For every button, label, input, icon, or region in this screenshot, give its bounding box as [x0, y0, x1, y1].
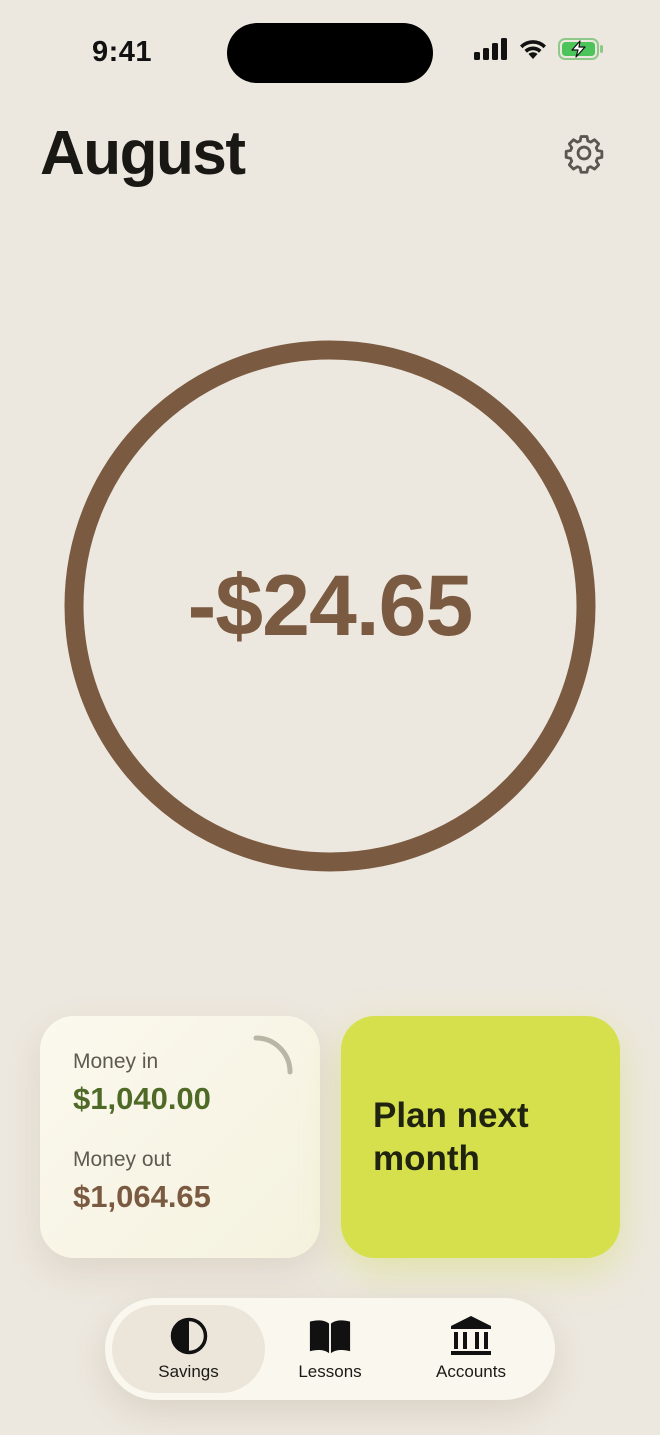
money-out-label: Money out — [73, 1148, 172, 1171]
page-title: August — [40, 119, 246, 188]
money-out-value: $1,064.65 — [73, 1179, 211, 1214]
open-book-icon — [308, 1316, 352, 1356]
tab-accounts-label: Accounts — [436, 1362, 506, 1381]
tab-lessons-label: Lessons — [298, 1362, 362, 1381]
money-summary-card[interactable]: Money in $1,040.00 Money out $1,064.65 — [40, 1016, 320, 1258]
bank-icon — [449, 1316, 493, 1356]
balance-amount: -$24.65 — [187, 557, 474, 654]
tab-bar: Savings Lessons Accounts — [105, 1298, 555, 1400]
tab-savings-label: Savings — [158, 1362, 219, 1381]
half-circle-icon — [167, 1316, 211, 1356]
gear-icon — [563, 132, 605, 179]
tab-accounts[interactable]: Accounts — [398, 1305, 544, 1393]
status-icons — [474, 38, 604, 65]
cellular-signal-icon — [474, 38, 508, 65]
status-bar: 9:41 — [0, 0, 660, 100]
progress-arc-icon — [253, 1035, 293, 1075]
battery-charging-icon — [558, 38, 604, 65]
plan-next-month-button[interactable]: Plan next month — [341, 1016, 620, 1258]
settings-button[interactable] — [560, 131, 608, 179]
dynamic-island — [227, 23, 433, 83]
status-time: 9:41 — [92, 36, 153, 68]
wifi-icon — [518, 38, 548, 65]
tab-lessons[interactable]: Lessons — [257, 1305, 403, 1393]
tab-savings[interactable]: Savings — [112, 1305, 265, 1393]
plan-next-month-label: Plan next month — [373, 1096, 529, 1178]
